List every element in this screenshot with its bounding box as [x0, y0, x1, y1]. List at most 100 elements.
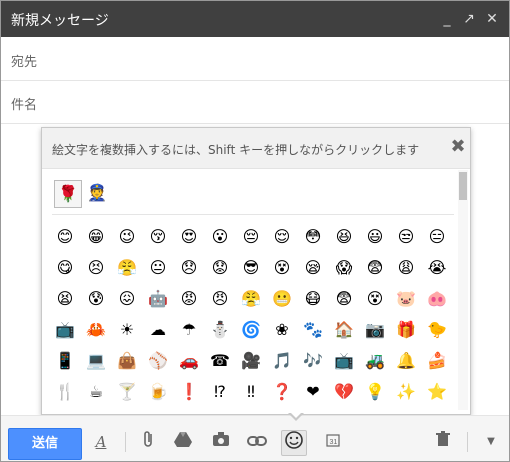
emoji-item[interactable]: 😤 — [238, 286, 264, 312]
emoji-item[interactable]: 😒 — [393, 224, 419, 250]
face-icon[interactable]: 👮 — [84, 180, 110, 206]
emoji-item[interactable]: 📱 — [52, 348, 78, 374]
emoji-item[interactable]: ⭐ — [424, 379, 450, 405]
emoji-item[interactable]: 😫 — [52, 286, 78, 312]
emoji-item[interactable]: 😷 — [300, 286, 326, 312]
flower-icon[interactable]: 🌹 — [54, 180, 82, 208]
emoji-item[interactable]: ⛄ — [207, 317, 233, 343]
emoji-item[interactable]: 💻 — [83, 348, 109, 374]
emoji-item[interactable]: ⚾ — [145, 348, 171, 374]
emoji-item[interactable]: 😍 — [176, 224, 202, 250]
emoji-item[interactable]: 😊 — [52, 224, 78, 250]
emoji-item[interactable]: 🚗 — [176, 348, 202, 374]
send-button[interactable]: 送信 — [8, 428, 82, 460]
scrollbar[interactable] — [458, 170, 468, 410]
emoji-item[interactable]: ✨ — [393, 379, 419, 405]
emoji-item[interactable]: 💡 — [362, 379, 388, 405]
svg-text:31: 31 — [330, 439, 338, 446]
emoji-item[interactable]: 📷 — [362, 317, 388, 343]
emoji-item[interactable]: ❀ — [269, 317, 295, 343]
emoji-item[interactable]: ☕ — [83, 379, 109, 405]
emoji-item[interactable]: ☂ — [176, 317, 202, 343]
emoji-item[interactable]: 😱 — [331, 255, 357, 281]
emoji-item[interactable]: 🐾 — [300, 317, 326, 343]
emoji-item[interactable]: ⁉ — [207, 379, 233, 405]
emoji-item[interactable]: ❓ — [269, 379, 295, 405]
emoji-item[interactable]: 😨 — [331, 286, 357, 312]
emoji-item[interactable]: 😟 — [207, 255, 233, 281]
emoji-item[interactable]: 🎥 — [238, 348, 264, 374]
emoji-item[interactable]: 🍺 — [145, 379, 171, 405]
emoji-item[interactable]: 🛎 — [52, 410, 78, 414]
emoji-item[interactable]: 🐤 — [424, 317, 450, 343]
emoji-item[interactable]: 😮 — [207, 224, 233, 250]
scrollbar-thumb[interactable] — [459, 172, 467, 200]
emoji-item[interactable]: 🐷 — [393, 286, 419, 312]
chevron-down-icon[interactable]: ▼ — [479, 430, 503, 454]
emoji-item[interactable]: 😋 — [52, 255, 78, 281]
emoji-item[interactable]: 😑 — [424, 224, 450, 250]
emoji-item[interactable]: 😵 — [269, 255, 295, 281]
emoji-item[interactable]: 😣 — [83, 255, 109, 281]
emoji-item[interactable]: 😨 — [362, 255, 388, 281]
emoji-item[interactable]: 🤖 — [145, 286, 171, 312]
emoji-item[interactable]: ☁ — [145, 317, 171, 343]
emoji-item[interactable]: 🔔 — [393, 348, 419, 374]
minimize-icon[interactable]: _ — [439, 11, 455, 27]
emoji-item[interactable]: 😎 — [238, 255, 264, 281]
emoji-item[interactable]: 😚 — [145, 224, 171, 250]
emoji-item[interactable]: 😞 — [176, 255, 202, 281]
to-field[interactable]: 宛先 — [1, 38, 509, 81]
emoji-item[interactable]: 🏠 — [331, 317, 357, 343]
emoji-item[interactable]: ❤ — [300, 379, 326, 405]
emoji-item[interactable]: ‼ — [238, 379, 264, 405]
emoji-item[interactable]: 🍴 — [52, 379, 78, 405]
emoji-item[interactable]: 📺 — [52, 317, 78, 343]
emoji-item[interactable]: 😔 — [238, 224, 264, 250]
emoji-item[interactable]: 🎶 — [300, 348, 326, 374]
emoji-item[interactable]: 😆 — [331, 224, 357, 250]
link-icon[interactable] — [245, 430, 269, 454]
text-format-icon[interactable]: A — [89, 430, 113, 454]
emoji-item[interactable]: 🍸 — [114, 379, 140, 405]
emoji-item[interactable]: 😁 — [83, 224, 109, 250]
emoji-item[interactable]: 🎵 — [269, 348, 295, 374]
emoji-item[interactable]: 😪 — [300, 255, 326, 281]
emoji-item[interactable]: 😵 — [362, 286, 388, 312]
subject-field[interactable]: 件名 — [1, 81, 509, 124]
emoji-item[interactable]: 😐 — [145, 255, 171, 281]
emoji-item[interactable]: 💔 — [331, 379, 357, 405]
emoji-item[interactable]: 🐽 — [424, 286, 450, 312]
emoji-item[interactable]: 🎁 — [393, 317, 419, 343]
emoji-item[interactable]: 😖 — [114, 286, 140, 312]
emoji-item[interactable]: 😭 — [424, 255, 450, 281]
emoji-item[interactable]: 🍰 — [424, 348, 450, 374]
emoji-item[interactable]: ❗ — [176, 379, 202, 405]
drive-icon[interactable] — [171, 430, 195, 454]
emoji-item[interactable]: 🌀 — [238, 317, 264, 343]
emoji-item[interactable]: 📺 — [331, 348, 357, 374]
paperclip-icon[interactable] — [137, 430, 161, 454]
emoji-item[interactable]: 😡 — [176, 286, 202, 312]
emoji-item[interactable]: 😤 — [114, 255, 140, 281]
smiley-icon[interactable] — [281, 430, 307, 456]
close-icon[interactable]: ✖ — [450, 138, 466, 156]
emoji-item[interactable]: 🦀 — [83, 317, 109, 343]
emoji-item[interactable]: 👜 — [114, 348, 140, 374]
emoji-item[interactable]: ☀ — [114, 317, 140, 343]
popout-icon[interactable]: ↗ — [461, 11, 477, 27]
emoji-item[interactable]: 😩 — [393, 255, 419, 281]
emoji-item[interactable]: 😳 — [300, 224, 326, 250]
emoji-item[interactable]: 😉 — [114, 224, 140, 250]
close-icon[interactable]: ✕ — [484, 11, 500, 27]
calendar-icon[interactable]: 31 — [321, 430, 345, 454]
emoji-item[interactable]: ☎ — [207, 348, 233, 374]
emoji-item[interactable]: 🚜 — [362, 348, 388, 374]
emoji-item[interactable]: 😌 — [269, 224, 295, 250]
emoji-item[interactable]: 😬 — [269, 286, 295, 312]
trash-icon[interactable] — [431, 430, 455, 454]
camera-icon[interactable] — [209, 430, 233, 454]
emoji-item[interactable]: 😃 — [362, 224, 388, 250]
emoji-item[interactable]: 😠 — [207, 286, 233, 312]
emoji-item[interactable]: 😰 — [83, 286, 109, 312]
